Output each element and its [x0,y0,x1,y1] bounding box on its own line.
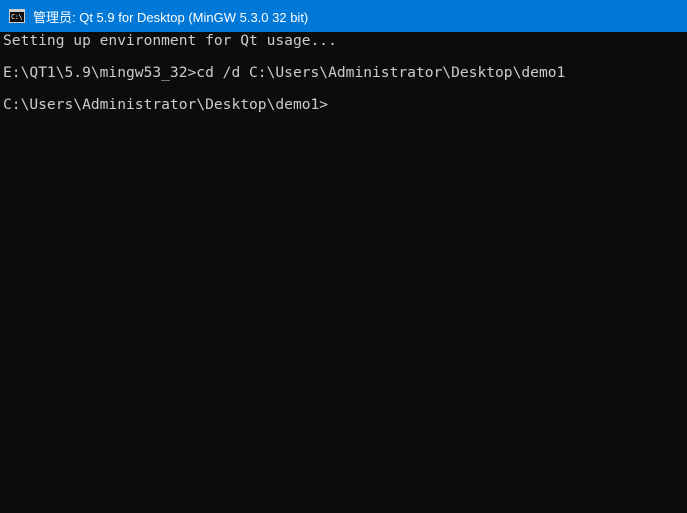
command-prompt-icon[interactable]: C:\ [9,9,25,23]
title-bar[interactable]: C:\ 管理员: Qt 5.9 for Desktop (MinGW 5.3.0… [0,0,687,32]
console-output[interactable]: Setting up environment for Qt usage... E… [0,32,687,513]
console-line-setup: Setting up environment for Qt usage... [3,32,337,49]
console-line-cd-command: E:\QT1\5.9\mingw53_32>cd /d C:\Users\Adm… [3,64,566,81]
command-prompt-icon-glyph: C:\ [11,13,23,21]
console-window: C:\ 管理员: Qt 5.9 for Desktop (MinGW 5.3.0… [0,0,687,513]
window-title: 管理员: Qt 5.9 for Desktop (MinGW 5.3.0 32 … [33,9,309,25]
console-line-prompt: C:\Users\Administrator\Desktop\demo1> [3,96,329,113]
